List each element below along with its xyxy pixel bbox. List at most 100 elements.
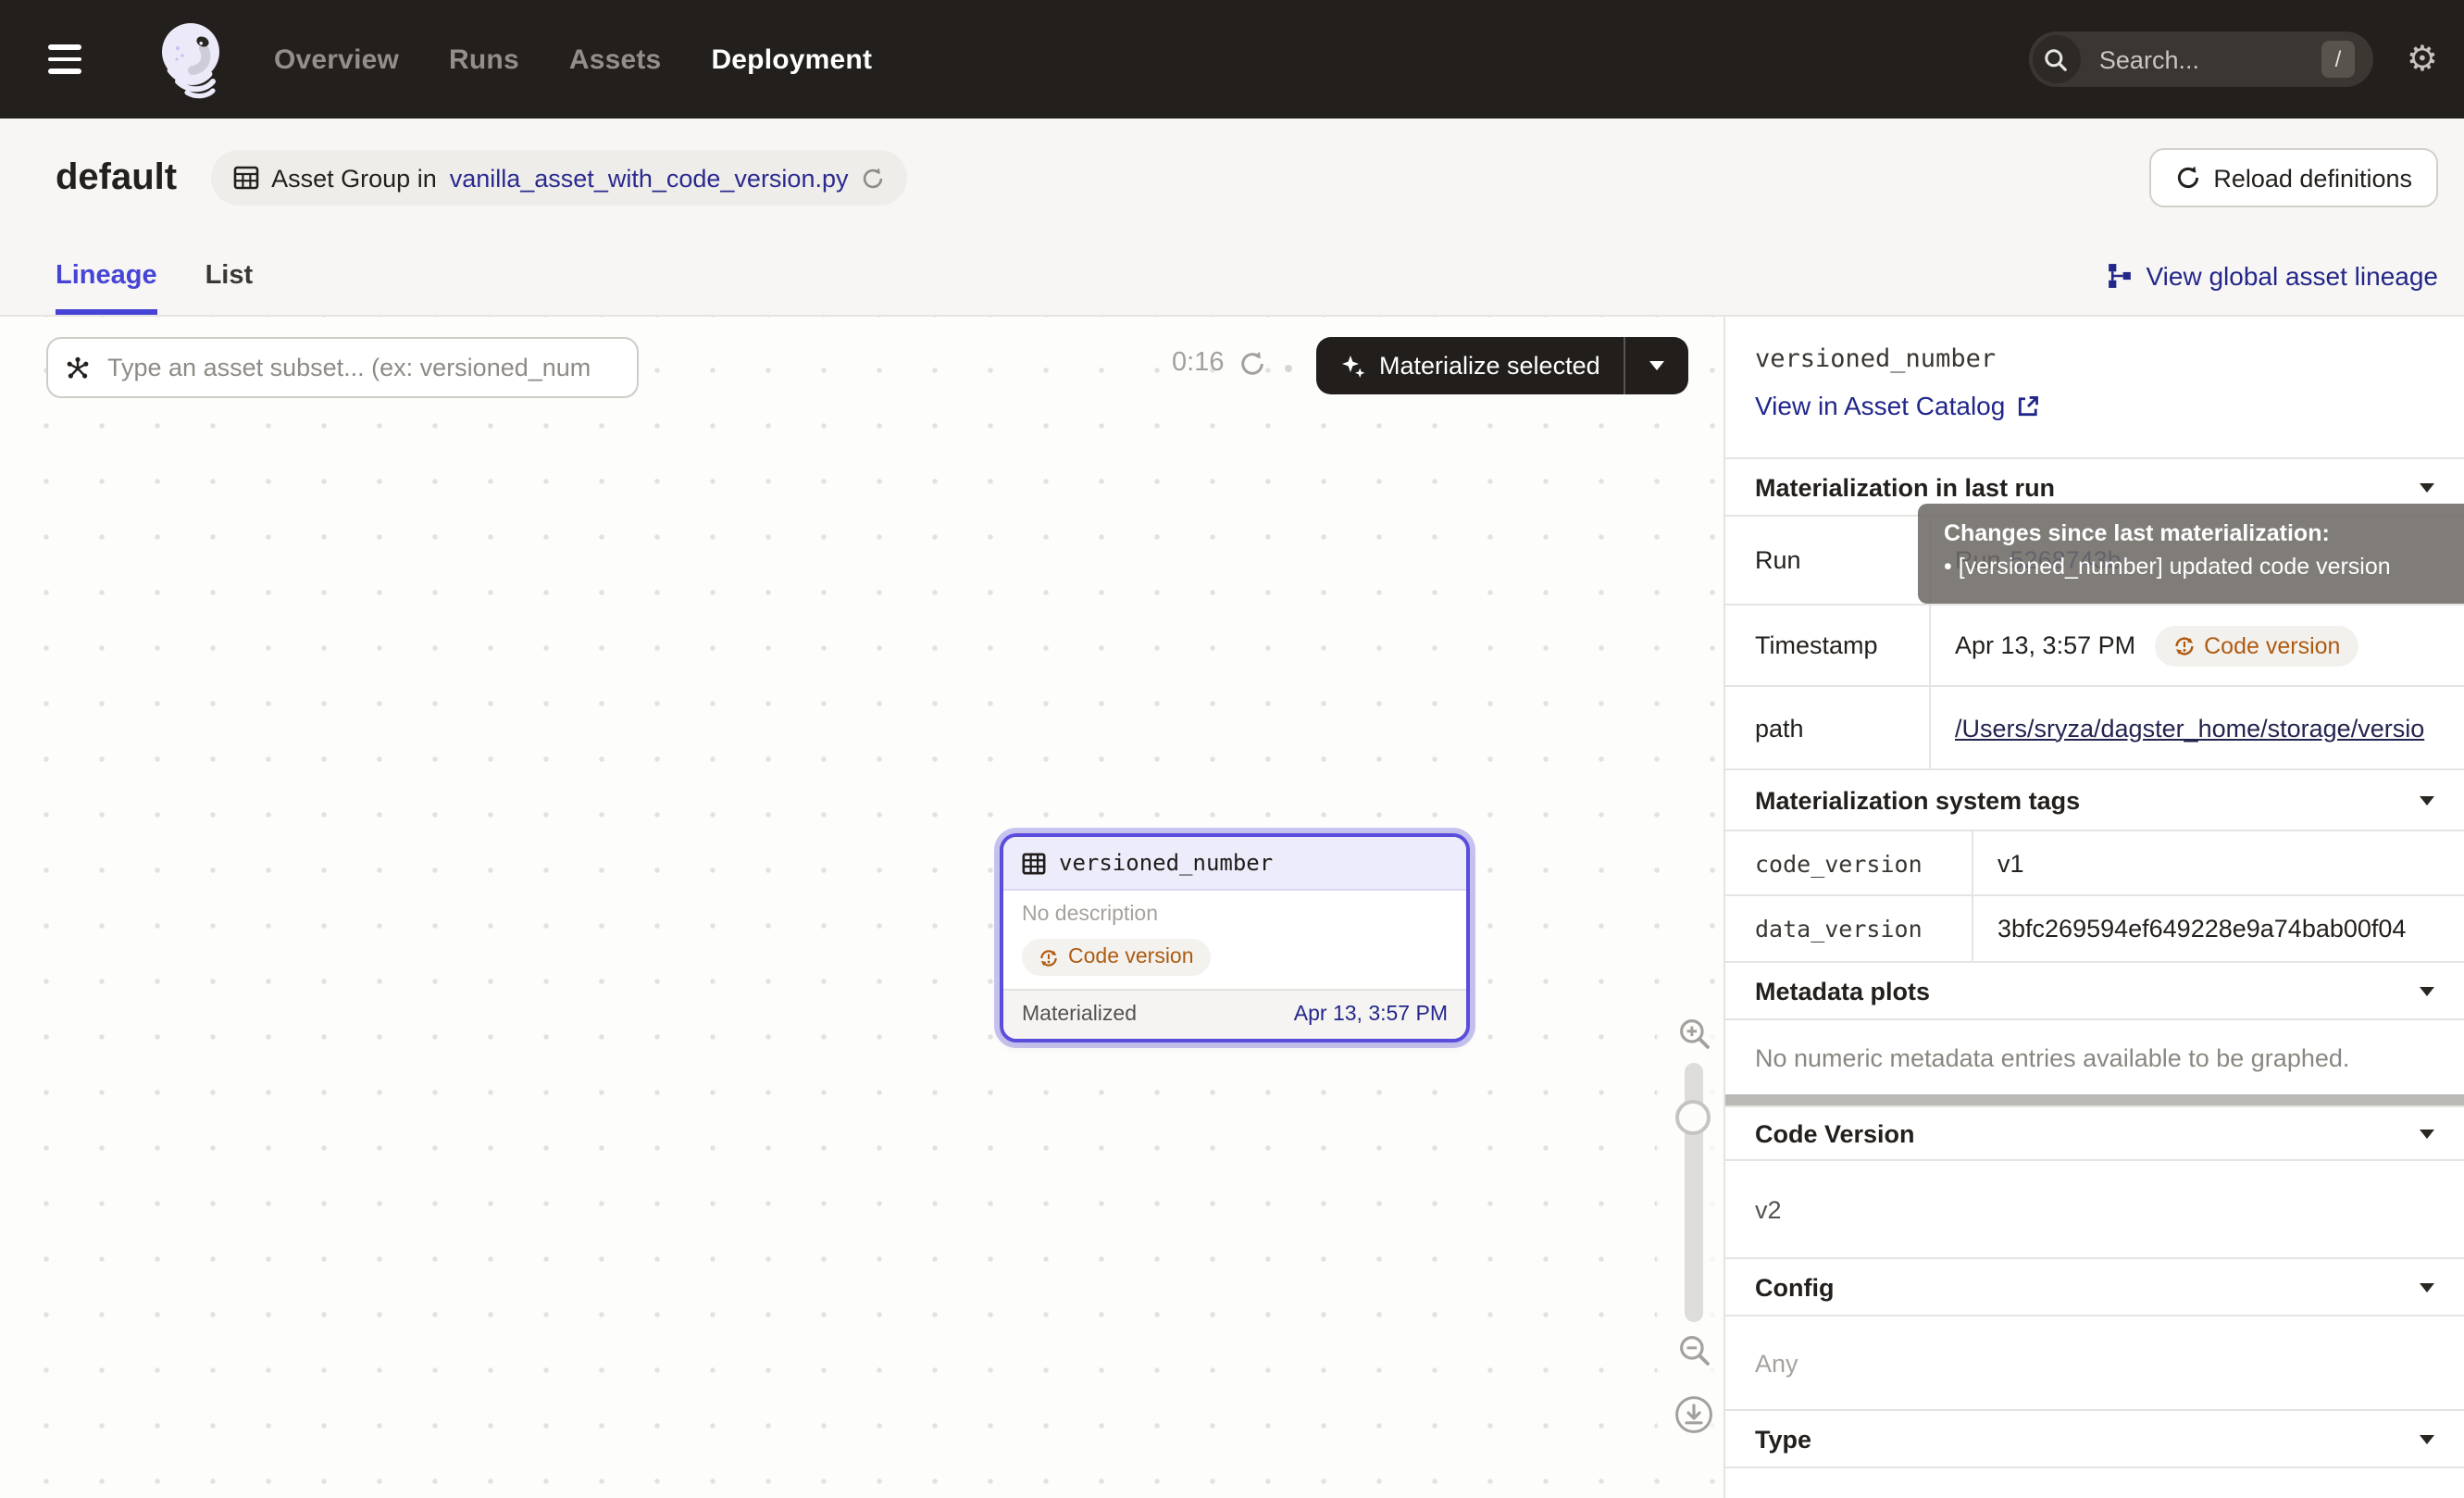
dagster-logo-icon[interactable] [156, 19, 230, 100]
asset-node-versioned-number[interactable]: versioned_number No description C [1000, 833, 1470, 1042]
nav-runs[interactable]: Runs [449, 44, 519, 75]
metadata-empty-message: No numeric metadata entries available to… [1725, 1018, 2464, 1094]
lineage-graph-icon [2108, 263, 2134, 289]
nav-assets[interactable]: Assets [569, 44, 662, 75]
section-metadata-plots[interactable]: Metadata plots [1725, 961, 2464, 1018]
main-content: 0:16 Materialize selected [0, 317, 2464, 1498]
external-link-icon [2016, 393, 2040, 418]
section-materialization-system-tags[interactable]: Materialization system tags [1725, 768, 2464, 830]
zoom-slider[interactable] [1685, 1063, 1703, 1322]
nav-overview[interactable]: Overview [274, 44, 399, 75]
view-in-asset-catalog-link[interactable]: View in Asset Catalog [1755, 391, 2434, 420]
section-label: Materialization system tags [1755, 786, 2080, 814]
refresh-icon[interactable] [1238, 349, 1266, 377]
timestamp-row: Timestamp Apr 13, 3:57 PM Code version [1725, 604, 2464, 685]
tooltip-item: • [versioned_number] updated code versio… [1944, 550, 2464, 585]
timestamp-code-version-badge[interactable]: Code version [2154, 625, 2358, 666]
page-header: default Asset Group in vanilla_asset_wit… [0, 119, 2464, 237]
run-label: Run [1725, 517, 1931, 604]
changes-tooltip: Changes since last materialization: • [v… [1918, 504, 2464, 604]
reload-icon [2174, 165, 2200, 191]
global-search[interactable]: / [2029, 31, 2373, 87]
timer-value: 0:16 [1172, 348, 1224, 378]
node-materialized-time-link[interactable]: Apr 13, 3:57 PM [1294, 1004, 1448, 1026]
reload-small-icon[interactable] [862, 166, 886, 190]
tab-lineage[interactable]: Lineage [56, 237, 157, 315]
chevron-down-icon [2420, 1282, 2434, 1292]
global-lineage-label: View global asset lineage [2147, 261, 2439, 291]
section-label: Config [1755, 1273, 1835, 1301]
chevron-down-icon [1650, 361, 1665, 370]
chevron-down-icon [2420, 1129, 2434, 1138]
reload-definitions-button[interactable]: Reload definitions [2148, 148, 2438, 207]
asset-table-icon [1022, 851, 1046, 875]
data-version-tag-row: data_version 3bfc269594ef649228e9a74bab0… [1725, 894, 2464, 961]
data-version-tag-value: 3bfc269594ef649228e9a74bab00f04 [1973, 896, 2464, 961]
lineage-canvas[interactable]: 0:16 Materialize selected [0, 317, 1724, 1498]
config-value: Any [1725, 1315, 2464, 1409]
nav-deployment[interactable]: Deployment [711, 44, 872, 75]
code-version-definition-value: v2 [1725, 1159, 2464, 1257]
tooltip-title: Changes since last materialization: [1944, 517, 2464, 550]
panel-horizontal-scrollbar[interactable] [1725, 1094, 2464, 1105]
timestamp-value: Apr 13, 3:57 PM [1955, 631, 2135, 659]
timestamp-label: Timestamp [1725, 605, 1931, 685]
path-value-link[interactable]: /Users/sryza/dagster_home/storage/versio [1955, 714, 2424, 742]
zoom-in-button[interactable] [1676, 1017, 1711, 1052]
section-label: Code Version [1755, 1119, 1915, 1147]
node-title: versioned_number [1059, 850, 1273, 876]
hamburger-menu-icon[interactable] [0, 0, 130, 119]
asset-subset-filter[interactable] [46, 337, 639, 398]
code-version-tag-label: code_version [1725, 831, 1973, 894]
materialize-selected-button[interactable]: Materialize selected [1316, 337, 1689, 394]
settings-gear-icon[interactable]: ⚙ [2407, 42, 2438, 77]
zoom-slider-handle[interactable] [1675, 1100, 1711, 1135]
sparkle-icon [1340, 353, 1366, 379]
view-tabs: Lineage List View global asset lineage [0, 237, 2464, 317]
chevron-down-icon [2420, 986, 2434, 995]
section-label: Metadata plots [1755, 977, 1930, 1005]
section-label: Type [1755, 1425, 1811, 1453]
chevron-down-icon [2420, 1434, 2434, 1443]
section-type[interactable]: Type [1725, 1409, 2464, 1467]
asset-subset-input[interactable] [104, 352, 611, 383]
code-version-tag-row: code_version v1 [1725, 830, 2464, 894]
chevron-down-icon [2420, 482, 2434, 492]
view-global-asset-lineage-link[interactable]: View global asset lineage [2108, 261, 2439, 291]
reload-definitions-label: Reload definitions [2213, 164, 2412, 192]
sync-alert-icon [1039, 947, 1059, 967]
materialize-options-button[interactable] [1626, 337, 1689, 394]
app-viewport: Overview Runs Assets Deployment / ⚙ defa… [0, 0, 2464, 1498]
materialize-label: Materialize selected [1379, 352, 1600, 380]
asset-details-panel: versioned_number View in Asset Catalog M… [1724, 317, 2464, 1498]
path-row: path /Users/sryza/dagster_home/storage/v… [1725, 685, 2464, 768]
panel-asset-title: versioned_number [1755, 344, 2434, 374]
main-nav: Overview Runs Assets Deployment [274, 44, 872, 75]
chevron-down-icon [2420, 795, 2434, 805]
asset-group-prefix: Asset Group in [271, 164, 437, 192]
asset-group-pill: Asset Group in vanilla_asset_with_code_v… [210, 150, 907, 206]
section-label: Materialization in last run [1755, 473, 2055, 501]
zoom-out-button[interactable] [1676, 1333, 1711, 1368]
download-image-button[interactable] [1674, 1394, 1714, 1435]
search-shortcut-key: / [2321, 41, 2355, 78]
section-code-version[interactable]: Code Version [1725, 1105, 2464, 1159]
zoom-controls [1657, 1017, 1724, 1479]
catalog-link-label: View in Asset Catalog [1755, 391, 2005, 420]
section-config[interactable]: Config [1725, 1257, 2464, 1315]
top-nav-bar: Overview Runs Assets Deployment / ⚙ [0, 0, 2464, 119]
asset-group-icon [232, 165, 258, 191]
timestamp-badge-label: Code version [2204, 632, 2340, 658]
data-version-tag-label: data_version [1725, 896, 1973, 961]
node-description: No description [1022, 904, 1448, 926]
tab-list[interactable]: List [205, 237, 254, 315]
node-code-version-badge[interactable]: Code version [1022, 939, 1211, 976]
node-status: Materialized [1022, 1004, 1137, 1026]
sync-alert-icon [2172, 634, 2195, 656]
search-input[interactable] [2096, 44, 2307, 75]
path-label: path [1725, 687, 1931, 768]
toolbar-separator-dot [1285, 365, 1292, 372]
asset-group-file-link[interactable]: vanilla_asset_with_code_version.py [450, 164, 849, 192]
search-icon [2033, 35, 2081, 83]
node-badge-label: Code version [1068, 946, 1194, 968]
